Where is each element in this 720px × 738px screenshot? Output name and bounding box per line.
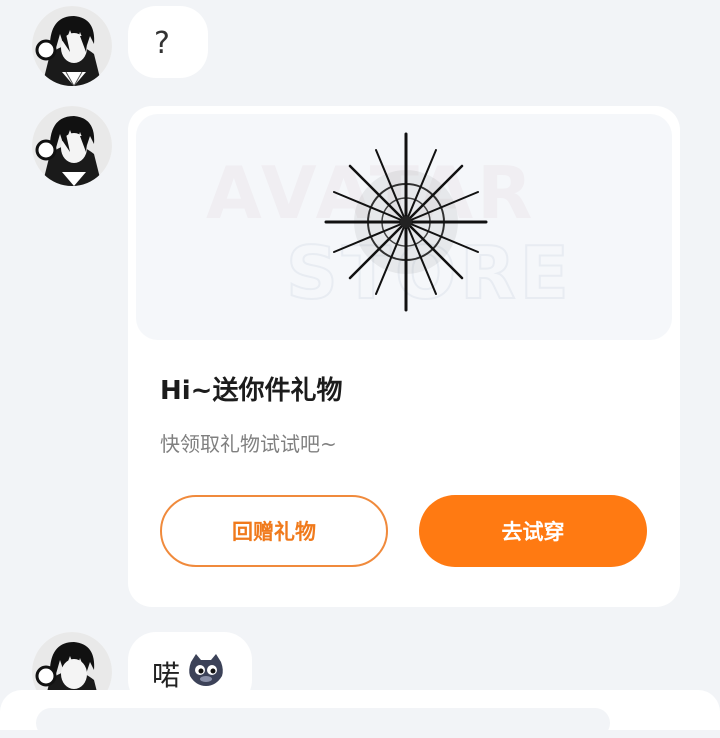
input-panel xyxy=(0,690,720,738)
avatar-portrait-icon xyxy=(32,106,112,186)
try-on-button[interactable]: 去试穿 xyxy=(419,495,647,567)
card-subtitle: 快领取礼物试试吧~ xyxy=(160,432,337,456)
message-bubble[interactable]: ? xyxy=(128,6,208,78)
message-input[interactable] xyxy=(36,708,610,738)
avatar[interactable] xyxy=(32,6,112,86)
message-text: ? xyxy=(154,26,170,61)
avatar[interactable] xyxy=(32,106,112,186)
gift-banner: AVATAR STORE xyxy=(136,114,672,340)
avatar-store-watermark: AVATAR STORE xyxy=(206,132,570,316)
avatar-portrait-icon xyxy=(32,6,112,86)
card-title: Hi~送你件礼物 xyxy=(160,376,343,406)
cat-face-icon xyxy=(189,654,223,686)
gift-card[interactable]: AVATAR STORE Hi~送你件礼物 快领取礼物试试吧~ 回赠礼物 去试穿 xyxy=(128,106,680,607)
message-text: 喏 xyxy=(152,659,181,692)
return-gift-button[interactable]: 回赠礼物 xyxy=(160,495,388,567)
